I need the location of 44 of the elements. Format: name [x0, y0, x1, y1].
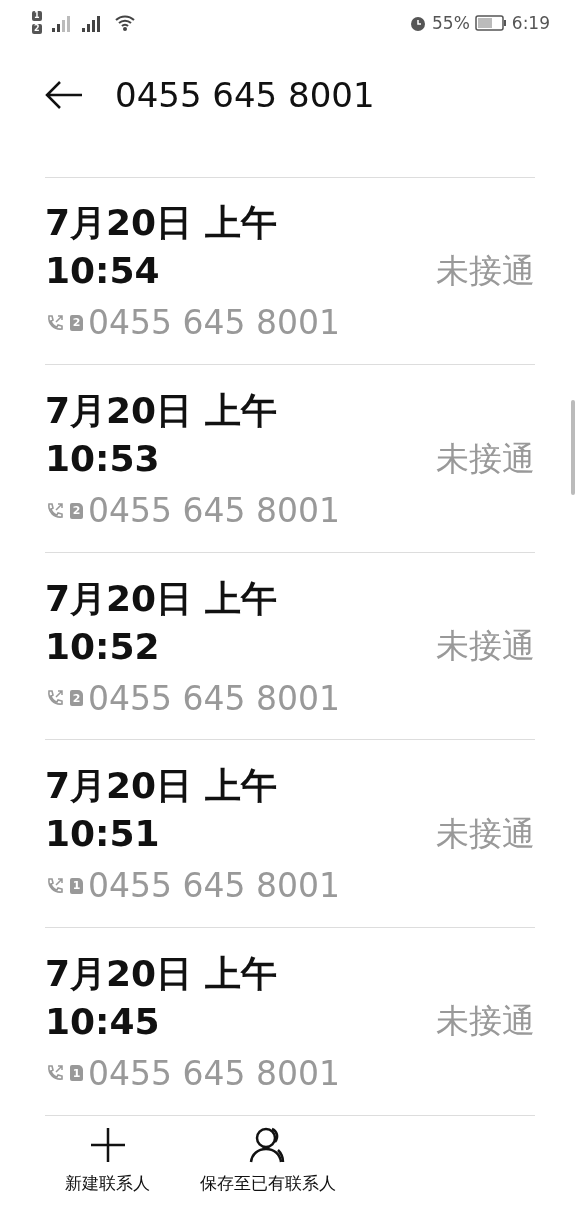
outgoing-call-icon: [45, 875, 65, 896]
call-date: 7月20日 上午: [45, 389, 278, 434]
battery-icon: [474, 13, 507, 32]
call-status: 未接通: [436, 812, 535, 855]
battery-percent: 55%: [432, 12, 470, 33]
call-time: 10:53: [45, 437, 160, 482]
clock-time: 6:19: [511, 12, 550, 33]
phone-number: 0455 645 8001: [88, 303, 340, 343]
call-log-row[interactable]: 7月20日 上午 10:52 未接通 2 0455 645 8001: [45, 552, 535, 741]
call-time: 10:54: [45, 249, 160, 294]
outgoing-call-icon: [45, 312, 65, 333]
action-button[interactable]: 保存至已有联系人: [195, 1125, 341, 1195]
wifi-icon: [113, 13, 136, 32]
call-time: 10:51: [45, 812, 160, 857]
call-status: 未接通: [436, 625, 535, 668]
call-date: 7月20日 上午: [45, 764, 278, 809]
call-date: 7月20日 上午: [45, 576, 278, 621]
call-status: 未接通: [436, 1000, 535, 1043]
hd-sim-label: 2: [32, 24, 42, 35]
plus-icon: [88, 1125, 127, 1164]
call-log-row[interactable]: 7月20日 上午 10:54 未接通 2 0455 645 8001: [45, 177, 535, 366]
back-arrow-icon[interactable]: [45, 80, 83, 111]
sim-badge: 1: [70, 877, 83, 894]
phone-number: 0455 645 8001: [88, 491, 340, 531]
call-log-row[interactable]: 7月20日 上午 10:53 未接通 2 0455 645 8001: [45, 365, 535, 553]
phone-number: 0455 645 8001: [88, 678, 340, 718]
call-time: 10:52: [45, 624, 160, 669]
sim-badge: 2: [70, 690, 83, 707]
action-button[interactable]: 新建联系人: [60, 1125, 155, 1195]
sim-badge: 1: [70, 1065, 83, 1082]
call-status: 未接通: [436, 437, 535, 480]
call-date: 7月20日 上午: [45, 201, 278, 246]
call-log-row[interactable]: 7月20日 上午 10:51 未接通 1 0455 645 8001: [45, 740, 535, 929]
call-time: 10:45: [45, 999, 160, 1044]
call-date: 7月20日 上午: [45, 951, 278, 996]
call-log-row[interactable]: 7月20日 上午 10:45 未接通 1 0455 645 8001: [45, 928, 535, 1116]
sim-badge: 2: [70, 314, 83, 331]
sim-badge: 2: [70, 502, 83, 519]
outgoing-call-icon: [45, 500, 65, 521]
call-status: 未接通: [436, 249, 535, 292]
hd-sim-label: 1: [32, 11, 42, 22]
phone-number-title: 0455 645 8001: [115, 75, 375, 116]
phone-number: 0455 645 8001: [88, 1053, 340, 1093]
phone-number: 0455 645 8001: [88, 866, 340, 906]
